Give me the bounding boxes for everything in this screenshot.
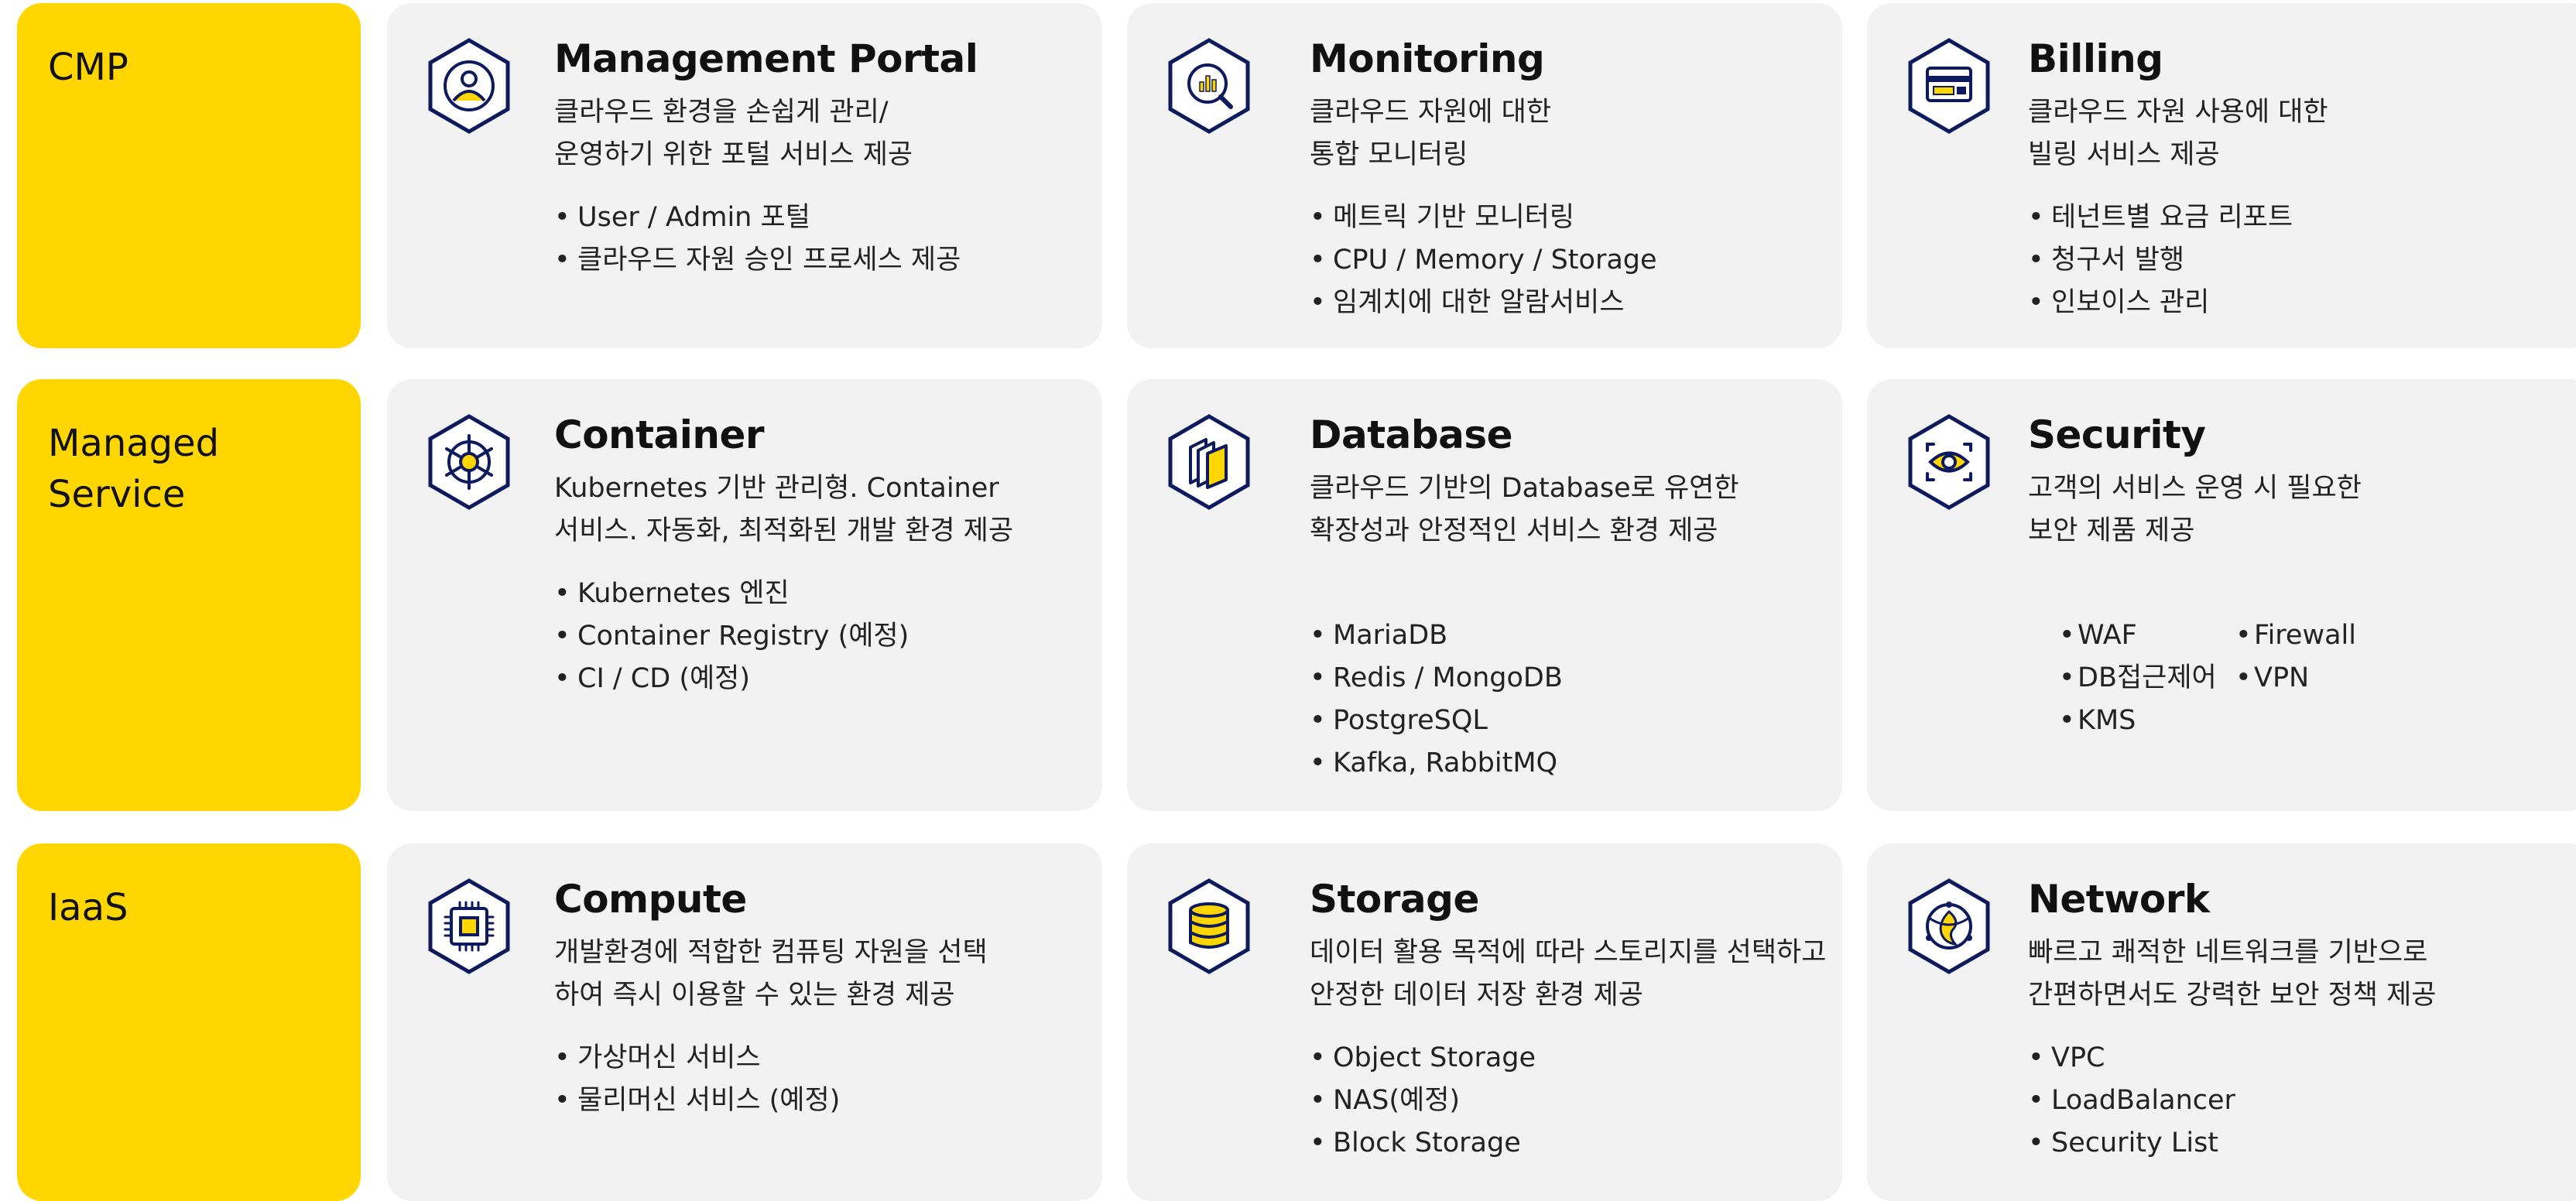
helm-wheel-icon — [428, 414, 510, 510]
card-network[interactable]: Network 빠르고 쾌적한 네트워크를 기반으로 간편하면서도 강력한 보안… — [1867, 843, 2576, 1201]
feature-item: 인보이스 관리 — [2028, 282, 2576, 324]
service-overview-board: CMP Management Portal 클라우드 환경을 손쉽게 관리/ 운… — [0, 0, 2576, 1201]
monitoring-magnifier-icon — [1168, 38, 1250, 134]
storage-disk-icon — [1168, 878, 1250, 974]
feature-item: 청구서 발행 — [2028, 239, 2576, 282]
feature-item: NAS(예정) — [1310, 1080, 1827, 1122]
user-icon — [428, 38, 510, 134]
card-storage[interactable]: Storage 데이터 활용 목적에 따라 스토리지를 선택하고 안정한 데이터… — [1127, 843, 1842, 1201]
feature-item: CPU / Memory / Storage — [1310, 239, 1827, 282]
row-managed-service: Managed Service Container Kubernetes 기반 … — [0, 379, 2576, 811]
billing-card-icon — [1908, 38, 1990, 134]
feature-item: Security List — [2028, 1122, 2576, 1165]
network-globe-icon — [1908, 878, 1990, 974]
category-label: IaaS — [48, 886, 128, 929]
card-title: Compute — [554, 877, 747, 922]
card-description: 클라우드 기반의 Database로 유연한 확장성과 안정적인 서비스 환경 … — [1310, 473, 1739, 546]
card-title: Storage — [1310, 877, 1479, 922]
database-files-icon — [1168, 414, 1250, 510]
card-title: Management Portal — [554, 36, 978, 81]
card-description: 클라우드 환경을 손쉽게 관리/ 운영하기 위한 포털 서비스 제공 — [554, 97, 913, 170]
row-cmp: CMP Management Portal 클라우드 환경을 손쉽게 관리/ 운… — [0, 3, 2576, 348]
card-description: 고객의 서비스 운영 시 필요한 보안 제품 제공 — [2028, 473, 2362, 546]
category-cmp: CMP — [17, 3, 361, 348]
feature-item: 물리머신 서비스 (예정) — [554, 1080, 1087, 1122]
feature-item: 메트릭 기반 모니터링 — [1310, 197, 1827, 239]
feature-item: User / Admin 포털 — [554, 197, 1087, 239]
category-managed-service: Managed Service — [17, 379, 361, 811]
feature-item: Firewall — [2235, 614, 2406, 657]
card-management-portal[interactable]: Management Portal 클라우드 환경을 손쉽게 관리/ 운영하기 … — [387, 3, 1102, 348]
feature-item: DB접근제어 — [2059, 657, 2235, 700]
category-label: CMP — [48, 46, 128, 89]
card-description: 클라우드 자원 사용에 대한 빌링 서비스 제공 — [2028, 97, 2328, 170]
feature-list: 가상머신 서비스 물리머신 서비스 (예정) — [554, 1037, 1087, 1122]
card-container[interactable]: Container Kubernetes 기반 관리형. Container 서… — [387, 379, 1102, 811]
feature-item: Object Storage — [1310, 1037, 1827, 1080]
feature-item: Block Storage — [1310, 1122, 1827, 1165]
card-description: 데이터 활용 목적에 따라 스토리지를 선택하고 안정한 데이터 저장 환경 제… — [1310, 937, 1827, 1011]
feature-item: 가상머신 서비스 — [554, 1037, 1087, 1080]
card-title: Container — [554, 412, 765, 457]
card-title: Billing — [2028, 36, 2163, 81]
feature-item: PostgreSQL — [1310, 700, 1827, 742]
category-label: Managed Service — [48, 422, 220, 516]
security-eye-icon — [1908, 414, 1990, 510]
card-description: 빠르고 쾌적한 네트워크를 기반으로 간편하면서도 강력한 보안 정책 제공 — [2028, 937, 2437, 1011]
feature-item: 클라우드 자원 승인 프로세스 제공 — [554, 239, 1087, 282]
card-security[interactable]: Security 고객의 서비스 운영 시 필요한 보안 제품 제공 WAF F… — [1867, 379, 2576, 811]
card-title: Monitoring — [1310, 36, 1545, 81]
feature-item: KMS — [2059, 700, 2235, 742]
card-compute[interactable]: Compute 개발환경에 적합한 컴퓨팅 자원을 선택 하여 즉시 이용할 수… — [387, 843, 1102, 1201]
card-database[interactable]: Database 클라우드 기반의 Database로 유연한 확장성과 안정적… — [1127, 379, 1842, 811]
card-monitoring[interactable]: Monitoring 클라우드 자원에 대한 통합 모니터링 메트릭 기반 모니… — [1127, 3, 1842, 348]
card-title: Network — [2028, 877, 2210, 922]
feature-list: VPC LoadBalancer Security List — [2028, 1037, 2576, 1165]
category-iaas: IaaS — [17, 843, 361, 1201]
feature-list: 메트릭 기반 모니터링 CPU / Memory / Storage 임계치에 … — [1310, 197, 1827, 324]
feature-list: Object Storage NAS(예정) Block Storage — [1310, 1037, 1827, 1165]
feature-item: 임계치에 대한 알람서비스 — [1310, 282, 1827, 324]
card-description: Kubernetes 기반 관리형. Container 서비스. 자동화, 최… — [554, 473, 1014, 546]
cpu-chip-icon — [428, 878, 510, 974]
feature-item: VPC — [2028, 1037, 2576, 1080]
row-iaas: IaaS Compute 개발환경에 적합한 컴퓨팅 자원을 선택 하여 즉시 … — [0, 843, 2576, 1201]
feature-item: Kafka, RabbitMQ — [1310, 742, 1827, 785]
feature-item: Kubernetes 엔진 — [554, 573, 1087, 615]
card-description: 클라우드 자원에 대한 통합 모니터링 — [1310, 97, 1552, 170]
feature-item: LoadBalancer — [2028, 1080, 2576, 1122]
card-title: Database — [1310, 412, 1513, 457]
feature-item: Container Registry (예정) — [554, 615, 1087, 658]
feature-item: CI / CD (예정) — [554, 658, 1087, 700]
feature-item: 테넌트별 요금 리포트 — [2028, 197, 2576, 239]
feature-list: 테넌트별 요금 리포트 청구서 발행 인보이스 관리 — [2028, 197, 2576, 324]
feature-item: WAF — [2059, 614, 2235, 657]
card-billing[interactable]: Billing 클라우드 자원 사용에 대한 빌링 서비스 제공 테넌트별 요금… — [1867, 3, 2576, 348]
feature-list: WAF Firewall DB접근제어 VPN KMS — [2028, 614, 2576, 742]
feature-item: Redis / MongoDB — [1310, 657, 1827, 700]
card-title: Security — [2028, 412, 2206, 457]
feature-list: Kubernetes 엔진 Container Registry (예정) CI… — [554, 573, 1087, 700]
card-description: 개발환경에 적합한 컴퓨팅 자원을 선택 하여 즉시 이용할 수 있는 환경 제… — [554, 937, 988, 1011]
feature-item: MariaDB — [1310, 614, 1827, 657]
feature-item: VPN — [2235, 657, 2406, 700]
feature-list: MariaDB Redis / MongoDB PostgreSQL Kafka… — [1310, 614, 1827, 785]
feature-list: User / Admin 포털 클라우드 자원 승인 프로세스 제공 — [554, 197, 1087, 282]
